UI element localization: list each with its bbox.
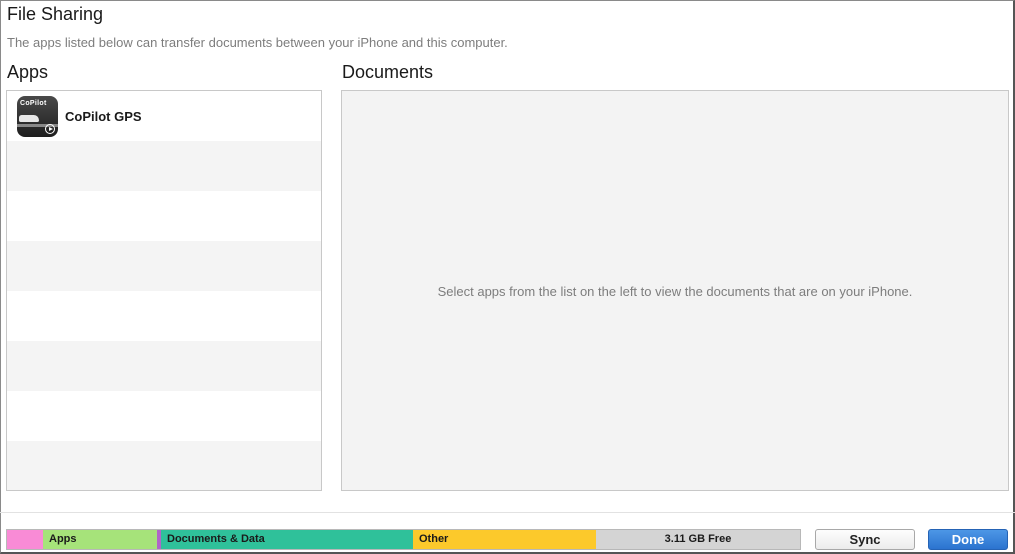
storage-segment-audio: [7, 530, 43, 549]
empty-list-row: [7, 341, 321, 391]
storage-capacity-bar[interactable]: Apps Documents & Data Other 3.11 GB Free: [6, 529, 801, 550]
sync-button[interactable]: Sync: [815, 529, 915, 550]
empty-list-row: [7, 391, 321, 441]
storage-segment-other: Other: [413, 530, 596, 549]
footer-divider: [0, 512, 1015, 513]
storage-segment-documents: Documents & Data: [161, 530, 413, 549]
documents-empty-message: Select apps from the list on the left to…: [437, 284, 913, 299]
empty-list-row: [7, 191, 321, 241]
empty-list-row: [7, 291, 321, 341]
app-icon-brand-text: CoPilot: [20, 100, 47, 107]
empty-list-row: [7, 241, 321, 291]
app-name: CoPilot GPS: [65, 109, 142, 124]
play-icon: [45, 124, 55, 134]
documents-heading: Documents: [342, 62, 434, 82]
documents-panel[interactable]: Select apps from the list on the left to…: [341, 90, 1009, 491]
apps-list[interactable]: CoPilot CoPilot GPS: [6, 90, 322, 491]
app-list-item[interactable]: CoPilot CoPilot GPS: [7, 91, 321, 141]
storage-segment-free: 3.11 GB Free: [596, 530, 800, 549]
empty-list-row: [7, 141, 321, 191]
page-title: File Sharing: [7, 4, 104, 24]
copilot-app-icon: CoPilot: [17, 96, 58, 137]
car-icon: [19, 115, 39, 122]
storage-segment-apps: Apps: [43, 530, 157, 549]
done-button[interactable]: Done: [928, 529, 1008, 550]
apps-heading: Apps: [7, 62, 49, 82]
page-subtitle: The apps listed below can transfer docum…: [7, 35, 508, 50]
empty-list-row: [7, 441, 321, 490]
